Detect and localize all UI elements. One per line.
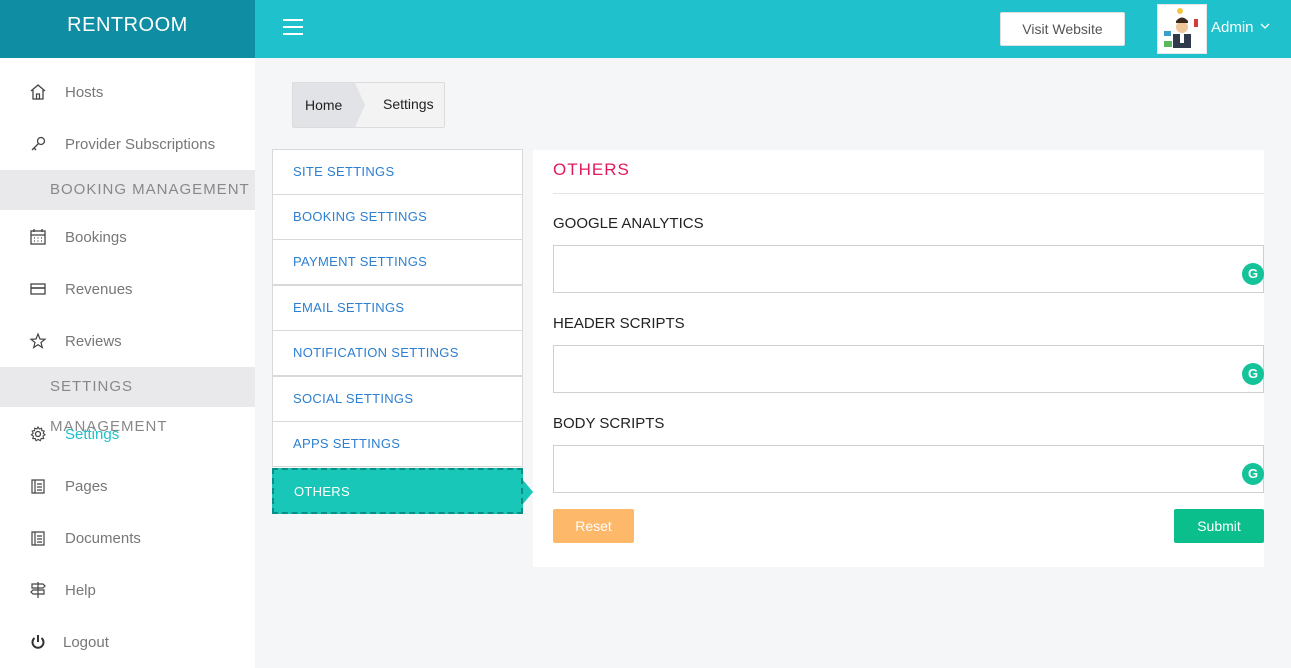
google-analytics-textarea[interactable]: G bbox=[553, 245, 1264, 293]
user-name[interactable]: Admin bbox=[1211, 19, 1254, 36]
tab-site-settings[interactable]: SITE SETTINGS bbox=[272, 149, 523, 195]
sidebar: Hosts Provider Subscriptions BOOKING MAN… bbox=[0, 58, 255, 668]
sidebar-item-reviews[interactable]: Reviews bbox=[0, 321, 255, 361]
tab-payment-settings[interactable]: PAYMENT SETTINGS bbox=[272, 239, 523, 285]
field-label-header-scripts: HEADER SCRIPTS bbox=[553, 315, 685, 332]
body-scripts-textarea[interactable]: G bbox=[553, 445, 1264, 493]
tab-social-settings[interactable]: SOCIAL SETTINGS bbox=[272, 376, 523, 422]
top-bar: RENTROOM Visit Website Admin bbox=[0, 0, 1291, 58]
sidebar-item-label: Bookings bbox=[65, 228, 127, 246]
sidebar-item-settings[interactable]: Settings bbox=[0, 414, 255, 454]
sidebar-item-label: Hosts bbox=[65, 83, 104, 101]
power-icon bbox=[28, 632, 48, 652]
sidebar-item-pages[interactable]: Pages bbox=[0, 466, 255, 506]
sidebar-item-label: Reviews bbox=[65, 332, 122, 350]
tab-apps-settings[interactable]: APPS SETTINGS bbox=[272, 421, 523, 467]
sidebar-item-hosts[interactable]: Hosts bbox=[0, 72, 255, 112]
section-heading-settings: SETTINGS MANAGEMENT bbox=[0, 367, 255, 435]
breadcrumb-current: Settings bbox=[383, 96, 434, 112]
field-label-body-scripts: BODY SCRIPTS bbox=[553, 415, 665, 432]
tab-others[interactable]: OTHERS bbox=[272, 468, 533, 514]
sidebar-item-label: Help bbox=[65, 581, 96, 599]
section-heading-booking: BOOKING MANAGEMENT bbox=[0, 170, 255, 210]
sidebar-item-provider-subscriptions[interactable]: Provider Subscriptions bbox=[0, 124, 255, 164]
sidebar-item-help[interactable]: Help bbox=[0, 570, 255, 610]
credit-card-icon bbox=[28, 279, 48, 299]
avatar[interactable] bbox=[1157, 4, 1207, 54]
signpost-icon bbox=[28, 580, 48, 600]
breadcrumb-home[interactable]: Home bbox=[293, 83, 365, 127]
settings-panel: OTHERS GOOGLE ANALYTICS G HEADER SCRIPTS… bbox=[533, 150, 1264, 567]
grammarly-icon[interactable]: G bbox=[1242, 263, 1264, 285]
user-avatar-icon bbox=[1158, 5, 1206, 53]
book-icon bbox=[28, 528, 48, 548]
calendar-icon bbox=[28, 227, 48, 247]
sidebar-item-bookings[interactable]: Bookings bbox=[0, 217, 255, 257]
sidebar-item-label: Settings bbox=[65, 425, 120, 443]
sidebar-item-label: Provider Subscriptions bbox=[65, 135, 216, 153]
tab-booking-settings[interactable]: BOOKING SETTINGS bbox=[272, 194, 523, 240]
brand-logo[interactable]: RENTROOM bbox=[0, 0, 255, 58]
sidebar-item-revenues[interactable]: Revenues bbox=[0, 269, 255, 309]
sidebar-item-documents[interactable]: Documents bbox=[0, 518, 255, 558]
visit-website-button[interactable]: Visit Website bbox=[1000, 12, 1125, 46]
sidebar-item-logout[interactable]: Logout bbox=[0, 622, 255, 662]
hamburger-menu-icon[interactable] bbox=[283, 19, 303, 36]
reset-button[interactable]: Reset bbox=[553, 509, 634, 543]
home-icon bbox=[28, 82, 48, 102]
sidebar-item-label: Logout bbox=[63, 633, 109, 651]
field-label-google-analytics: GOOGLE ANALYTICS bbox=[553, 215, 704, 232]
chevron-down-icon[interactable] bbox=[1260, 20, 1270, 34]
sidebar-item-label: Revenues bbox=[65, 280, 133, 298]
grammarly-icon[interactable]: G bbox=[1242, 463, 1264, 485]
star-icon bbox=[28, 331, 48, 351]
grammarly-icon[interactable]: G bbox=[1242, 363, 1264, 385]
gear-icon bbox=[28, 424, 48, 444]
divider bbox=[553, 193, 1264, 194]
panel-title: OTHERS bbox=[553, 160, 630, 179]
sidebar-item-label: Pages bbox=[65, 477, 108, 495]
breadcrumb: Home Settings bbox=[292, 82, 445, 128]
key-icon bbox=[28, 134, 48, 154]
book-icon bbox=[28, 476, 48, 496]
submit-button[interactable]: Submit bbox=[1174, 509, 1264, 543]
tab-notification-settings[interactable]: NOTIFICATION SETTINGS bbox=[272, 330, 523, 376]
sidebar-item-label: Documents bbox=[65, 529, 141, 547]
header-scripts-textarea[interactable]: G bbox=[553, 345, 1264, 393]
tab-email-settings[interactable]: EMAIL SETTINGS bbox=[272, 285, 523, 331]
